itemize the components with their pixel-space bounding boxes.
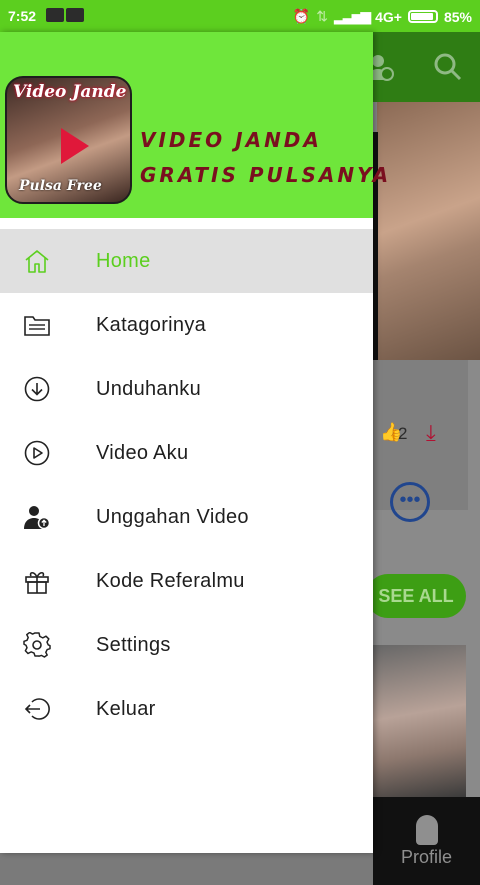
menu-item-keluar[interactable]: Keluar — [0, 677, 373, 741]
menu-item-label: Kode Referalmu — [96, 569, 245, 592]
drawer-header: Video Jande Pulsa Free VIDEO JANDA GRATI… — [0, 32, 388, 218]
folder-icon — [23, 312, 51, 338]
menu-item-kode-referalmu[interactable]: Kode Referalmu — [0, 549, 373, 613]
navigation-drawer: Video Jande Pulsa Free VIDEO JANDA GRATI… — [0, 32, 388, 853]
bottom-nav-profile[interactable]: Profile — [373, 797, 480, 885]
like-count: 2 — [398, 424, 408, 443]
menu-item-unggahan-video[interactable]: Unggahan Video — [0, 485, 373, 549]
gift-icon — [23, 568, 51, 594]
more-options-icon[interactable]: ••• — [390, 482, 430, 522]
download-circle-icon — [23, 376, 51, 402]
signal-icon: ▂▃▅▆ — [334, 8, 371, 24]
menu-item-video-aku[interactable]: Video Aku — [0, 421, 373, 485]
status-bar: 7:52 ⏰ ⇅ ▂▃▅▆ 4G+ 85% — [0, 0, 480, 32]
app-logo: Video Jande Pulsa Free — [5, 76, 132, 204]
brand-subtitle: GRATIS PULSANYA — [140, 163, 392, 187]
gear-icon — [23, 632, 51, 658]
profile-icon — [415, 815, 438, 845]
menu-item-label: Home — [96, 249, 151, 272]
network-type: 4G+ — [375, 8, 402, 25]
menu-item-katagorinya[interactable]: Katagorinya — [0, 293, 373, 357]
user-upload-icon — [23, 504, 51, 530]
status-indicators: ⏰ ⇅ ▂▃▅▆ 4G+ 85% — [293, 8, 472, 25]
home-icon — [23, 248, 51, 274]
menu-item-label: Keluar — [96, 697, 156, 720]
menu-item-label: Settings — [96, 633, 171, 656]
notification-app-icon — [46, 8, 64, 22]
bottom-nav-label: Profile — [400, 847, 453, 867]
battery-percent: 85% — [443, 8, 472, 25]
logo-subtitle: Pulsa Free — [19, 178, 102, 194]
notification-app-icon — [66, 8, 84, 22]
menu-item-label: Katagorinya — [96, 313, 207, 336]
search-icon[interactable] — [433, 52, 463, 82]
video-thumbnail[interactable] — [377, 102, 480, 360]
menu-item-settings[interactable]: Settings — [0, 613, 373, 677]
play-circle-icon — [23, 440, 51, 466]
menu-item-label: Unggahan Video — [96, 505, 249, 528]
play-icon — [61, 128, 89, 164]
status-time: 7:52 — [8, 8, 37, 24]
alarm-icon: ⏰ — [292, 8, 311, 24]
data-transfer-icon: ⇅ — [316, 8, 329, 24]
menu-item-label: Video Aku — [96, 441, 189, 464]
brand-title: VIDEO JANDA — [140, 128, 322, 152]
battery-icon — [407, 10, 438, 23]
menu-item-home[interactable]: Home — [0, 229, 373, 293]
menu-item-unduhanku[interactable]: Unduhanku — [0, 357, 373, 421]
drawer-menu: Home Katagorinya Unduhanku Video Aku Ung… — [0, 229, 373, 741]
video-thumbnail[interactable] — [373, 645, 466, 797]
see-all-button[interactable]: SEE ALL — [366, 574, 466, 618]
logout-icon — [23, 696, 51, 722]
download-icon[interactable]: ⤓ — [426, 420, 436, 446]
menu-item-label: Unduhanku — [96, 377, 202, 400]
logo-title: Video Jande — [13, 82, 127, 102]
